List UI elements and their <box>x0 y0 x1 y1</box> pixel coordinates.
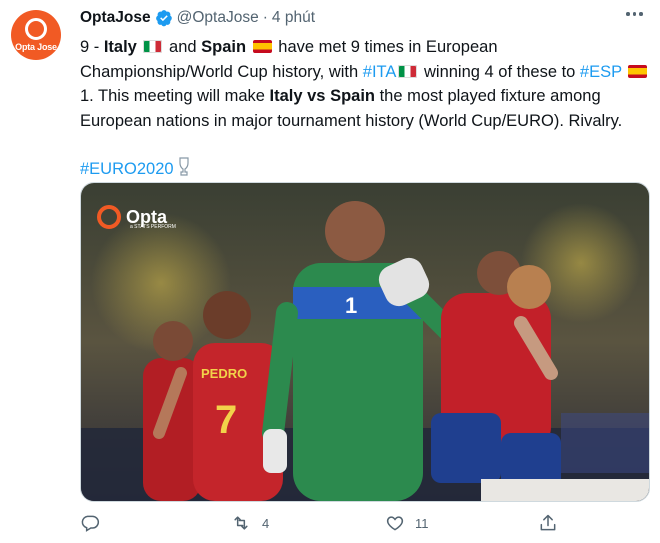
italy-flag-icon <box>143 40 163 53</box>
text-winning: winning 4 of these to <box>423 62 580 81</box>
spain-flag-icon <box>252 40 272 53</box>
opta-logo-icon <box>97 205 121 229</box>
text-prefix: 9 - <box>80 38 104 56</box>
hashtag-esp[interactable]: #ESP <box>580 63 622 81</box>
text-spain: Spain <box>201 38 247 56</box>
hashtag-ita[interactable]: #ITA <box>363 63 397 81</box>
header-separator: · <box>262 9 268 26</box>
tweet-actions: 4 11 <box>80 513 560 537</box>
text-and: and <box>164 38 202 56</box>
author-handle[interactable]: @OptaJose <box>177 9 259 27</box>
heart-icon <box>386 516 404 531</box>
hashtag-euro2020[interactable]: #EURO2020 <box>80 160 174 178</box>
more-options-icon[interactable] <box>626 12 643 16</box>
share-button[interactable] <box>538 513 558 533</box>
jersey-name: PEDRO <box>201 366 247 381</box>
spain-flag-icon-2 <box>628 64 648 78</box>
text-one: 1. This meeting will make <box>80 87 270 105</box>
reply-button[interactable] <box>80 513 110 533</box>
retweet-count: 4 <box>262 515 270 531</box>
text-italy-vs-spain: Italy vs Spain <box>269 87 375 105</box>
opta-logo-sub: a STATS PERFORM <box>130 224 176 230</box>
trophy-icon <box>178 157 190 185</box>
avatar[interactable]: Opta Jose <box>11 10 61 60</box>
avatar-wordmark: Opta Jose <box>15 42 57 52</box>
keeper-number: 1 <box>345 293 357 318</box>
match-photo: PEDRO 7 1 <box>81 183 649 501</box>
jersey-number: 7 <box>215 398 237 442</box>
share-icon <box>540 514 556 531</box>
tweet-header: OptaJose @OptaJose · 4 phút <box>80 9 315 27</box>
opta-logo-text: Opta <box>126 207 168 227</box>
author-name[interactable]: OptaJose <box>80 9 151 27</box>
retweet-icon <box>234 516 248 530</box>
opta-logo: Opta a STATS PERFORM <box>97 205 176 230</box>
tweet-photo[interactable]: PEDRO 7 1 Opta a STATS PERFORM <box>80 182 650 502</box>
italy-flag-icon-2 <box>398 64 418 78</box>
reply-icon <box>81 515 100 532</box>
text-italy: Italy <box>103 38 137 56</box>
like-button[interactable]: 11 <box>385 513 429 533</box>
tweet-time[interactable]: 4 phút <box>272 9 315 27</box>
opta-ring-icon <box>25 18 47 40</box>
retweet-button[interactable]: 4 <box>230 513 269 533</box>
like-count: 11 <box>415 515 429 531</box>
verified-badge-icon <box>155 9 173 27</box>
tweet-text: 9 - Italy and Spain have met 9 times in … <box>80 35 650 185</box>
